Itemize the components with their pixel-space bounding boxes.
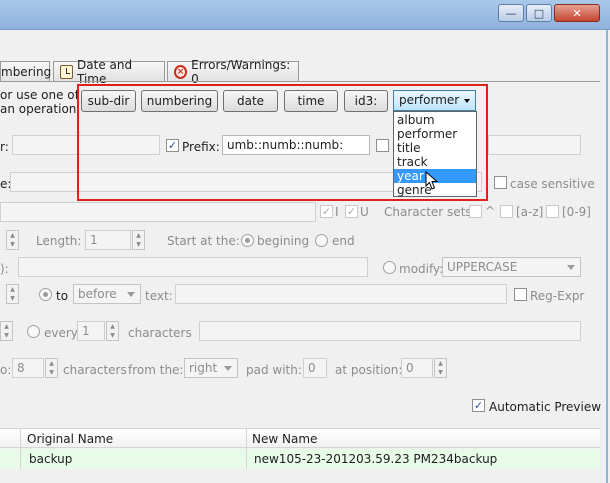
every-input[interactable]: 1 xyxy=(77,321,105,341)
i-label: I xyxy=(335,205,339,219)
column-separator[interactable] xyxy=(246,429,247,449)
error-icon: × xyxy=(174,64,188,79)
mouse-cursor-icon xyxy=(425,171,439,190)
automatic-preview-checkbox[interactable]: ✓ xyxy=(472,399,485,412)
length-stepper[interactable]: ▲ ▼ xyxy=(132,230,145,250)
position-value: before xyxy=(78,287,117,301)
digits-checkbox[interactable] xyxy=(546,205,559,218)
row-label: o: xyxy=(0,363,12,377)
chevron-down-icon xyxy=(127,292,135,297)
minimize-button[interactable]: — xyxy=(498,4,524,22)
column-separator xyxy=(246,449,247,469)
modify-value: UPPERCASE xyxy=(447,260,518,274)
pad-count-stepper[interactable]: ▲ ▼ xyxy=(45,358,58,378)
new-name-cell: new105-23-201203.59.23 PM234backup xyxy=(254,452,498,466)
modify-radio[interactable] xyxy=(383,261,396,274)
id3-selected-value: performer xyxy=(399,93,460,107)
caret-checkbox[interactable] xyxy=(469,205,482,218)
modify-select[interactable]: UPPERCASE xyxy=(442,257,581,277)
pad-with-label: pad with: xyxy=(246,363,302,377)
original-name-header[interactable]: Original Name xyxy=(27,432,113,446)
characters-label: characters xyxy=(128,326,192,340)
chevron-down-icon xyxy=(464,99,470,103)
case-sensitive-checkbox[interactable] xyxy=(494,176,507,189)
chevron-down-icon xyxy=(567,265,575,270)
every-stepper[interactable]: ▲ ▼ xyxy=(106,321,119,341)
beginning-radio[interactable] xyxy=(241,234,254,247)
case-sensitive-label: case sensitive xyxy=(510,177,595,191)
tab-label: mbering xyxy=(1,64,52,79)
text-label: text: xyxy=(145,289,173,303)
az-checkbox[interactable] xyxy=(500,205,513,218)
remove-input[interactable] xyxy=(0,202,316,222)
character-sets-label: Character sets: xyxy=(384,205,476,219)
digits-label: [0-9] xyxy=(562,205,591,219)
row-label: r: xyxy=(0,140,9,154)
intro-text-line2: an operation. xyxy=(0,102,81,116)
modify-label: modify: xyxy=(399,262,444,276)
beginning-label: begining xyxy=(257,234,310,248)
from-the-label: from the: xyxy=(128,363,184,377)
row-label: ): xyxy=(0,262,9,276)
maximize-button[interactable]: □ xyxy=(526,4,552,22)
az-label: [a-z] xyxy=(516,205,544,219)
position-select[interactable]: before xyxy=(73,284,141,304)
length-input[interactable]: 1 xyxy=(85,230,131,250)
every-label: every xyxy=(44,326,78,340)
column-separator[interactable] xyxy=(20,429,21,449)
tab-errors-warnings[interactable]: × Errors/Warnings: 0 xyxy=(167,58,299,86)
option-album[interactable]: album xyxy=(394,113,476,127)
every-text-input[interactable] xyxy=(199,321,581,341)
start-at-label: Start at the: xyxy=(167,234,240,248)
reg-expr-label: Reg-Expr xyxy=(530,289,585,303)
to-radio[interactable] xyxy=(39,288,52,301)
title-bar: — □ ✕ xyxy=(0,0,610,30)
pad-count-input[interactable]: 8 xyxy=(12,358,44,378)
option-title[interactable]: title xyxy=(394,141,476,155)
tab-numbering[interactable]: mbering xyxy=(0,61,52,81)
u-checkbox[interactable]: ✓ xyxy=(345,205,358,218)
caret-label: ^ xyxy=(485,204,496,218)
end-radio[interactable] xyxy=(315,234,328,247)
close-button[interactable]: ✕ xyxy=(554,4,600,22)
table-row[interactable]: backup new105-23-201203.59.23 PM234backu… xyxy=(0,449,600,469)
chevron-down-icon xyxy=(224,366,232,371)
automatic-preview-label: Automatic Preview xyxy=(489,400,602,414)
option-performer[interactable]: performer xyxy=(394,127,476,141)
end-label: end xyxy=(332,234,355,248)
modify-text-input[interactable] xyxy=(18,257,368,277)
every-radio[interactable] xyxy=(27,325,40,338)
option-track[interactable]: track xyxy=(394,155,476,169)
to-label: to xyxy=(56,289,69,303)
original-name-cell: backup xyxy=(29,452,73,466)
length-label: Length: xyxy=(36,234,82,248)
column-separator xyxy=(20,449,21,469)
intro-text-line1: or use one of xyxy=(0,88,79,102)
stepper[interactable]: ▲ ▼ xyxy=(6,284,19,304)
insert-text-input[interactable] xyxy=(175,284,507,304)
pad-with-input[interactable]: 0 xyxy=(303,358,327,378)
stepper[interactable]: ▲ ▼ xyxy=(0,321,13,341)
i-checkbox[interactable]: ✓ xyxy=(320,205,333,218)
at-position-stepper[interactable]: ▲ ▼ xyxy=(434,358,447,378)
id3-field-select[interactable]: performer xyxy=(393,90,476,111)
new-name-header[interactable]: New Name xyxy=(252,432,317,446)
file-list-header: Original Name New Name xyxy=(0,428,600,449)
side-select[interactable]: right xyxy=(184,358,238,378)
side-value: right xyxy=(189,361,218,375)
reg-expr-checkbox[interactable] xyxy=(514,288,527,301)
u-label: U xyxy=(360,205,369,219)
characters-label: characters xyxy=(63,363,127,377)
suffix-input[interactable] xyxy=(488,135,581,155)
tab-date-time[interactable]: Date and Time xyxy=(53,58,165,86)
stepper[interactable]: ▲ ▼ xyxy=(6,230,19,250)
clock-icon xyxy=(60,64,74,79)
at-position-input[interactable]: 0 xyxy=(401,358,433,378)
at-position-label: at position: xyxy=(335,363,403,377)
